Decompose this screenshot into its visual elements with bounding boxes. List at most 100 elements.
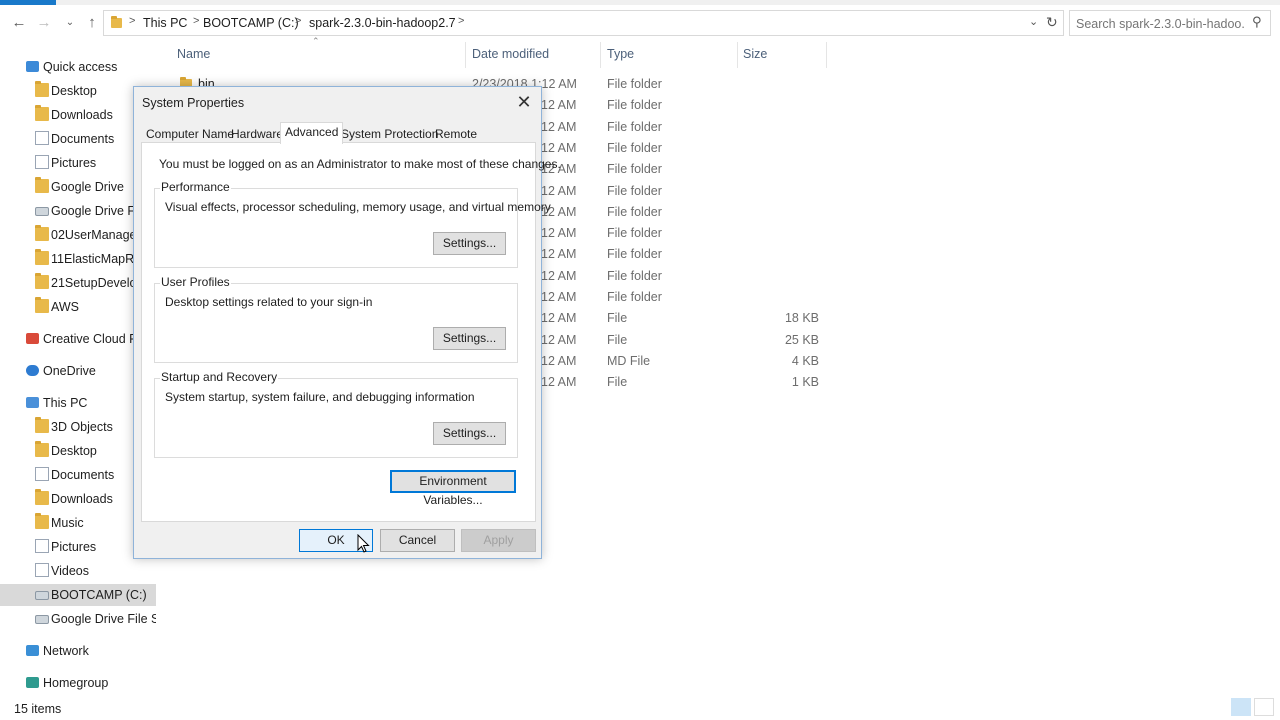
sidebar-item-label: 11ElasticMapRe [51, 252, 142, 266]
column-header-size[interactable]: Size [743, 47, 767, 61]
drive-icon [35, 615, 49, 624]
environment-variables-button[interactable]: Environment Variables... [390, 470, 516, 507]
folder-icon [111, 16, 122, 28]
breadcrumb-separator-icon: > [193, 15, 200, 27]
sidebar-item[interactable]: Network [0, 640, 156, 662]
videos-icon [35, 563, 49, 577]
dialog-title: System Properties [142, 96, 245, 110]
breadcrumb-separator-icon: > [458, 15, 465, 27]
tab-advanced[interactable]: Advanced [280, 122, 344, 144]
file-date-modified: 12 AM [541, 353, 577, 368]
column-header-date[interactable]: Date modified [472, 47, 549, 61]
user-profiles-description: Desktop settings related to your sign-in [165, 295, 373, 309]
up-arrow-icon[interactable]: ↑ [81, 12, 103, 34]
file-date-modified: 12 AM [541, 140, 577, 155]
advanced-tab-panel: You must be logged on as an Administrato… [141, 142, 561, 522]
documents-icon [35, 131, 49, 145]
startup-recovery-description: System startup, system failure, and debu… [165, 390, 475, 404]
column-divider [600, 42, 601, 68]
search-box[interactable]: ⚲ [1069, 10, 1271, 36]
status-item-count: 15 items [14, 702, 62, 716]
folder-icon [35, 417, 49, 433]
cancel-button[interactable]: Cancel [380, 529, 455, 552]
computer-icon [26, 397, 39, 408]
sidebar-item-label: Google Drive Fi [51, 204, 138, 218]
file-date-modified: 12 AM [541, 311, 577, 326]
sidebar-item-label: 3D Objects [51, 420, 113, 434]
file-type: File folder [607, 247, 662, 262]
search-input[interactable] [1076, 15, 1246, 32]
sidebar-item[interactable]: Google Drive File St [0, 608, 156, 630]
sidebar-item[interactable]: Homegroup [0, 672, 156, 694]
sidebar-item-label: Network [43, 644, 89, 658]
folder-icon [35, 273, 49, 289]
folder-icon [35, 81, 49, 97]
file-type: File folder [607, 183, 662, 198]
file-date-modified: 12 AM [541, 183, 577, 198]
apply-button[interactable]: Apply [461, 529, 536, 552]
column-divider [465, 42, 466, 68]
cloud-icon [26, 365, 39, 376]
folder-icon [35, 177, 49, 193]
sidebar-item-label: Videos [51, 564, 89, 578]
user-profiles-settings-button[interactable]: Settings... [433, 327, 506, 350]
sidebar-item-label: Downloads [51, 108, 113, 122]
sidebar-item[interactable]: Quick access [0, 56, 156, 78]
sidebar-item-label: OneDrive [43, 364, 96, 378]
tab-system-protection[interactable]: System Protection [336, 124, 443, 143]
file-date-modified: 12 AM [541, 98, 577, 113]
address-bar[interactable]: > This PC > BOOTCAMP (C:) > spark-2.3.0-… [103, 10, 1064, 36]
drive-icon [35, 591, 49, 600]
pictures-icon [35, 539, 49, 553]
startup-recovery-settings-button[interactable]: Settings... [433, 422, 506, 445]
recent-locations-chevron-icon[interactable]: ⌄ [59, 12, 81, 34]
column-header-type[interactable]: Type [607, 47, 634, 61]
tab-remote[interactable]: Remote [430, 124, 482, 143]
back-arrow-icon[interactable]: ← [8, 12, 30, 34]
sidebar-item-label: Google Drive File St [51, 612, 156, 626]
performance-description: Visual effects, processor scheduling, me… [165, 200, 551, 214]
sidebar-item[interactable]: Videos [0, 560, 156, 582]
tab-computer-name[interactable]: Computer Name [141, 124, 239, 143]
sidebar-item-label: Downloads [51, 492, 113, 506]
file-size: 18 KB [784, 311, 819, 326]
file-size: 1 KB [791, 375, 819, 390]
search-icon[interactable]: ⚲ [1252, 14, 1262, 30]
sidebar-item-label: Desktop [51, 84, 97, 98]
breadcrumb-separator-icon: > [129, 15, 136, 27]
column-divider [826, 42, 827, 68]
user-profiles-group-title: User Profiles [160, 275, 231, 289]
folder-icon [35, 225, 49, 241]
large-icons-view-icon[interactable] [1254, 698, 1274, 716]
performance-settings-button[interactable]: Settings... [433, 232, 506, 255]
breadcrumb-this-pc[interactable]: This PC [143, 16, 187, 30]
file-type: File folder [607, 98, 662, 113]
sidebar-item[interactable]: BOOTCAMP (C:) [0, 584, 156, 606]
system-properties-dialog: System Properties ✕ Computer Name Hardwa… [133, 86, 561, 559]
column-header-name[interactable]: Name [177, 47, 210, 61]
homegroup-icon [26, 677, 39, 688]
address-dropdown-chevron-icon[interactable]: ⌄ [1029, 15, 1038, 28]
tab-hardware[interactable]: Hardware [226, 124, 288, 143]
file-date-modified: 12 AM [541, 247, 577, 262]
sidebar-item-label: Pictures [51, 540, 97, 554]
sidebar-item-label: Music [51, 516, 84, 530]
close-icon[interactable]: ✕ [507, 87, 541, 117]
file-type: File folder [607, 268, 662, 283]
sidebar-item-label: Google Drive [51, 180, 124, 194]
sidebar-item-label: Homegroup [43, 676, 109, 690]
refresh-icon[interactable]: ↻ [1046, 14, 1058, 31]
network-icon [26, 645, 39, 656]
file-date-modified: 12 AM [541, 119, 577, 134]
folder-icon [35, 249, 49, 265]
breadcrumb-folder[interactable]: spark-2.3.0-bin-hadoop2.7 [309, 16, 456, 30]
file-type: File folder [607, 290, 662, 304]
forward-arrow-icon[interactable]: → [33, 12, 55, 34]
details-view-icon[interactable] [1231, 698, 1251, 716]
breadcrumb-drive[interactable]: BOOTCAMP (C:) [203, 16, 299, 30]
drive-icon [35, 207, 49, 216]
sidebar-item-label: Desktop [51, 444, 97, 458]
sidebar-item-label: This PC [43, 396, 88, 410]
file-type: File folder [607, 140, 662, 155]
mouse-cursor-icon [357, 534, 370, 553]
